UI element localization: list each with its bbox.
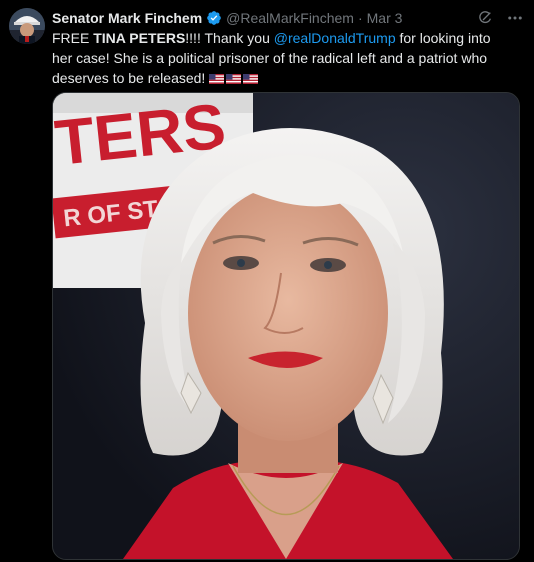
post-text: FREE TINA PETERS!!!! Thank you @realDona…: [52, 28, 512, 88]
handle[interactable]: @RealMarkFinchem: [226, 10, 354, 26]
photo-portrait: TERS R OF ST: [53, 93, 519, 559]
us-flag-icon: [209, 69, 225, 84]
avatar[interactable]: [9, 8, 45, 44]
us-flag-icon: [226, 69, 242, 84]
more-icon[interactable]: [506, 9, 524, 27]
avatar-image: [9, 8, 45, 44]
separator-dot: ·: [357, 10, 363, 26]
tweet[interactable]: Senator Mark Finchem @RealMarkFinchem · …: [0, 0, 534, 562]
post-text-segment: !!!! Thank you: [185, 30, 274, 46]
post-date[interactable]: Mar 3: [367, 10, 403, 26]
display-name[interactable]: Senator Mark Finchem: [52, 10, 202, 26]
grok-icon[interactable]: [476, 9, 494, 27]
post-image[interactable]: TERS R OF ST: [52, 92, 520, 560]
verified-badge-icon[interactable]: [206, 10, 222, 26]
post-text-bold: TINA PETERS: [93, 30, 186, 46]
mention-link[interactable]: @realDonaldTrump: [274, 30, 396, 46]
post-text-segment: FREE: [52, 30, 94, 46]
us-flag-icon: [243, 69, 259, 84]
tweet-header: Senator Mark Finchem @RealMarkFinchem · …: [52, 8, 524, 28]
